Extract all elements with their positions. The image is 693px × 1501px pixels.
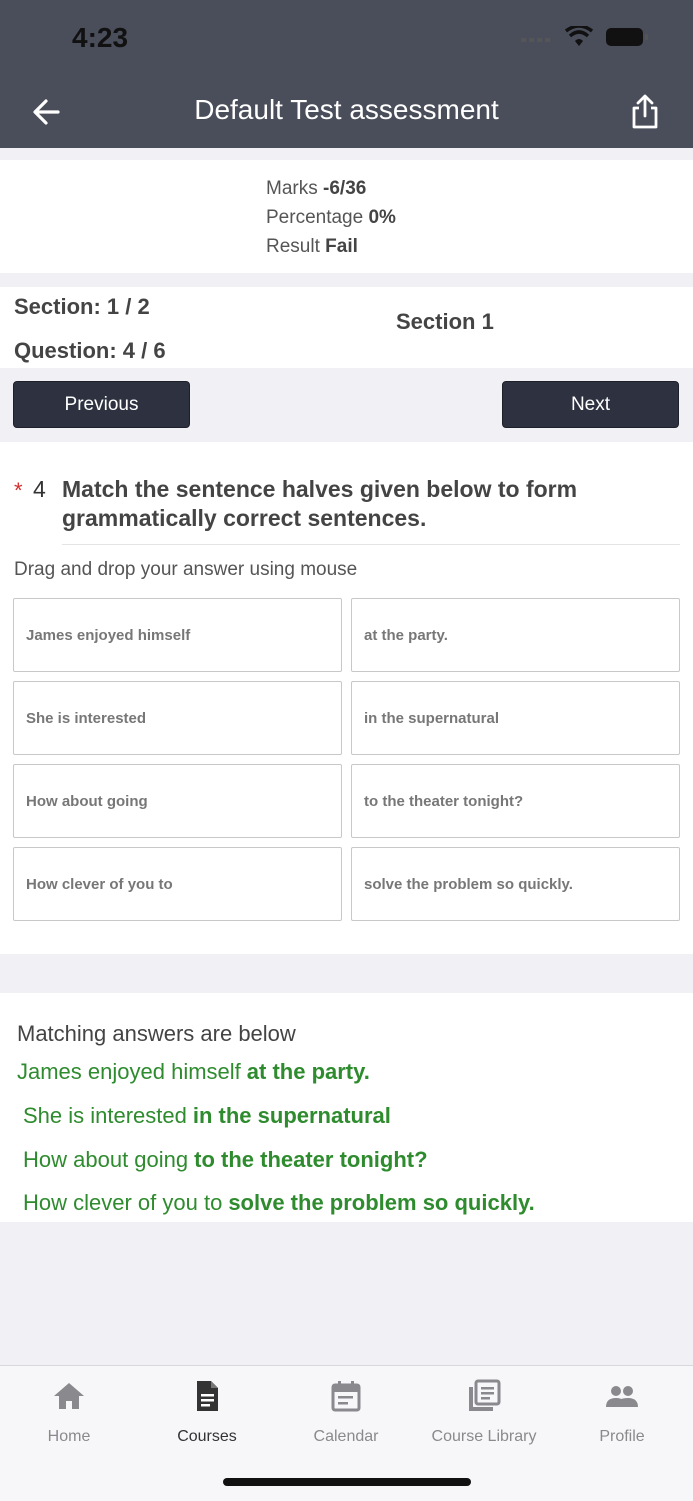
- marks-summary: Marks -6/36 Percentage 0% Result Fail: [0, 160, 693, 273]
- tab-label: Courses: [177, 1428, 237, 1445]
- answer-right: at the party.: [246, 1059, 370, 1084]
- next-button[interactable]: Next: [502, 381, 679, 428]
- wifi-icon: [565, 26, 593, 46]
- tab-course-library[interactable]: Course Library: [415, 1378, 553, 1446]
- question-counter: Question: 4 / 6: [14, 338, 166, 363]
- library-icon: [469, 1379, 501, 1411]
- section-counter: Section: 1 / 2: [14, 294, 150, 319]
- cellular-signal-icon: [521, 38, 550, 42]
- answer-left: How about going: [23, 1147, 189, 1172]
- share-icon[interactable]: [628, 92, 662, 132]
- page-title: Default Test assessment: [194, 94, 499, 125]
- match-left-item[interactable]: She is interested: [13, 681, 342, 755]
- required-marker: *: [14, 478, 23, 503]
- marks-label: Marks: [266, 178, 318, 199]
- drag-hint: Drag and drop your answer using mouse: [14, 559, 358, 580]
- answer-row: How clever of you to solve the problem so…: [23, 1190, 535, 1216]
- match-left-item[interactable]: How clever of you to: [13, 847, 342, 921]
- home-indicator: [223, 1478, 471, 1486]
- tab-home[interactable]: Home: [0, 1378, 138, 1446]
- answer-row: James enjoyed himself at the party.: [17, 1059, 370, 1085]
- status-time: 4:23: [72, 22, 129, 53]
- answer-left: How clever of you to: [23, 1190, 223, 1215]
- answer-right: solve the problem so quickly.: [228, 1190, 535, 1215]
- result-row: Result Fail: [266, 236, 358, 258]
- section-info: Section: 1 / 2 Question: 4 / 6 Section 1: [0, 287, 693, 368]
- battery-icon: [606, 28, 648, 46]
- match-right-item[interactable]: solve the problem so quickly.: [351, 847, 680, 921]
- section-name: Section 1: [396, 309, 494, 334]
- answer-left: James enjoyed himself: [17, 1059, 241, 1084]
- app-header: 4:23 Default Test assessment: [0, 0, 693, 148]
- calendar-icon: [331, 1381, 361, 1412]
- tab-label: Profile: [599, 1428, 645, 1445]
- answer-row: How about going to the theater tonight?: [23, 1147, 428, 1173]
- tab-courses[interactable]: Courses: [138, 1378, 276, 1446]
- result-label: Result: [266, 236, 320, 257]
- people-icon: [606, 1386, 638, 1407]
- answer-right: to the theater tonight?: [194, 1147, 428, 1172]
- tab-calendar[interactable]: Calendar: [277, 1378, 415, 1446]
- percentage-row: Percentage 0%: [266, 207, 396, 229]
- match-right-item[interactable]: in the supernatural: [351, 681, 680, 755]
- answers-title: Matching answers are below: [17, 1021, 296, 1046]
- marks-value: -6/36: [323, 178, 367, 199]
- tab-label: Home: [47, 1428, 91, 1445]
- answer-left: She is interested: [23, 1103, 187, 1128]
- tab-profile[interactable]: Profile: [553, 1378, 691, 1446]
- status-icons: [521, 26, 649, 48]
- question-card: * 4 Match the sentence halves given belo…: [0, 442, 693, 954]
- divider: [62, 544, 680, 545]
- tab-label: Course Library: [431, 1428, 537, 1445]
- tab-label: Calendar: [313, 1428, 379, 1445]
- marks-row: Marks -6/36: [266, 178, 366, 200]
- answer-right: in the supernatural: [192, 1103, 391, 1128]
- percentage-label: Percentage: [266, 207, 364, 228]
- percentage-value: 0%: [368, 207, 396, 228]
- result-value: Fail: [325, 236, 358, 257]
- home-icon: [54, 1383, 84, 1409]
- question-number: 4: [33, 476, 46, 502]
- previous-button[interactable]: Previous: [13, 381, 190, 428]
- match-left-item[interactable]: James enjoyed himself: [13, 598, 342, 672]
- match-left-item[interactable]: How about going: [13, 764, 342, 838]
- document-icon: [197, 1381, 218, 1411]
- match-right-item[interactable]: at the party.: [351, 598, 680, 672]
- answer-row: She is interested in the supernatural: [23, 1103, 391, 1129]
- answers-panel: Matching answers are below James enjoyed…: [0, 993, 693, 1222]
- match-right-item[interactable]: to the theater tonight?: [351, 764, 680, 838]
- question-text: Match the sentence halves given below to…: [62, 476, 578, 531]
